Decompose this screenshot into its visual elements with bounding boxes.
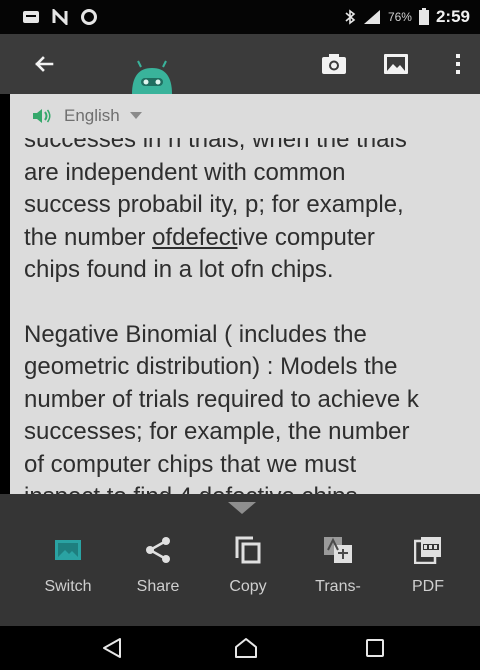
robot-logo-icon (128, 54, 176, 94)
message-icon (22, 10, 40, 24)
language-selector[interactable]: English (10, 94, 480, 138)
copy-button[interactable]: Copy (208, 516, 288, 616)
camera-button[interactable] (318, 48, 350, 80)
share-icon (142, 534, 174, 566)
pdf-label: PDF (412, 578, 444, 595)
language-label: English (64, 106, 120, 125)
home-icon (234, 637, 258, 659)
status-time: 2:59 (435, 7, 470, 26)
switch-button[interactable]: Switch (28, 516, 108, 616)
text-paragraph-2: Negative Binomial ( includes the geometr… (24, 320, 419, 495)
navigation-bar (0, 626, 480, 670)
pdf-icon (412, 534, 444, 566)
switch-label: Switch (44, 578, 92, 595)
share-button[interactable]: Share (118, 516, 198, 616)
more-button[interactable] (442, 48, 474, 80)
chevron-down-icon (129, 112, 142, 120)
ocr-text: successes in n trials, when the trials a… (24, 124, 474, 494)
speaker-icon[interactable] (32, 108, 52, 124)
n-icon (52, 9, 68, 25)
nav-home-button[interactable] (231, 636, 261, 660)
underlined-word: ofdefect (152, 223, 238, 251)
chevron-down-handle-icon (228, 502, 256, 514)
recents-icon (365, 638, 385, 658)
nav-recents-button[interactable] (360, 636, 390, 660)
signal-icon (362, 9, 382, 25)
recognized-text-area[interactable]: English successes in n trials, when the … (10, 94, 480, 494)
status-left (22, 8, 98, 26)
image-icon (383, 53, 409, 75)
share-label: Share (136, 578, 180, 595)
more-vert-icon (454, 53, 462, 75)
switch-image-icon (52, 534, 84, 566)
camera-icon (321, 53, 347, 75)
status-bar: 76% 2:59 (0, 0, 480, 34)
gallery-button[interactable] (380, 48, 412, 80)
text-paragraph-1: are independent with common success prob… (24, 158, 404, 284)
app-bar (0, 34, 480, 94)
circle-icon (80, 8, 98, 26)
bluetooth-icon (344, 9, 356, 25)
action-row: Switch Share Copy Trans- PDF (0, 516, 480, 616)
translate-button[interactable]: Trans- (298, 516, 378, 616)
copy-icon (232, 534, 264, 566)
translate-label: Trans- (315, 578, 361, 595)
bottom-action-panel: Switch Share Copy Trans- PDF (0, 494, 480, 626)
battery-percent: 76% (387, 10, 412, 24)
back-triangle-icon (102, 637, 122, 659)
nav-back-button[interactable] (97, 636, 127, 660)
pdf-button[interactable]: PDF (388, 516, 468, 616)
battery-icon (418, 8, 430, 26)
status-right: 76% 2:59 (344, 7, 470, 27)
back-button[interactable] (30, 50, 58, 78)
arrow-left-icon (32, 52, 56, 76)
translate-icon (322, 534, 354, 566)
copy-label: Copy (229, 578, 267, 595)
